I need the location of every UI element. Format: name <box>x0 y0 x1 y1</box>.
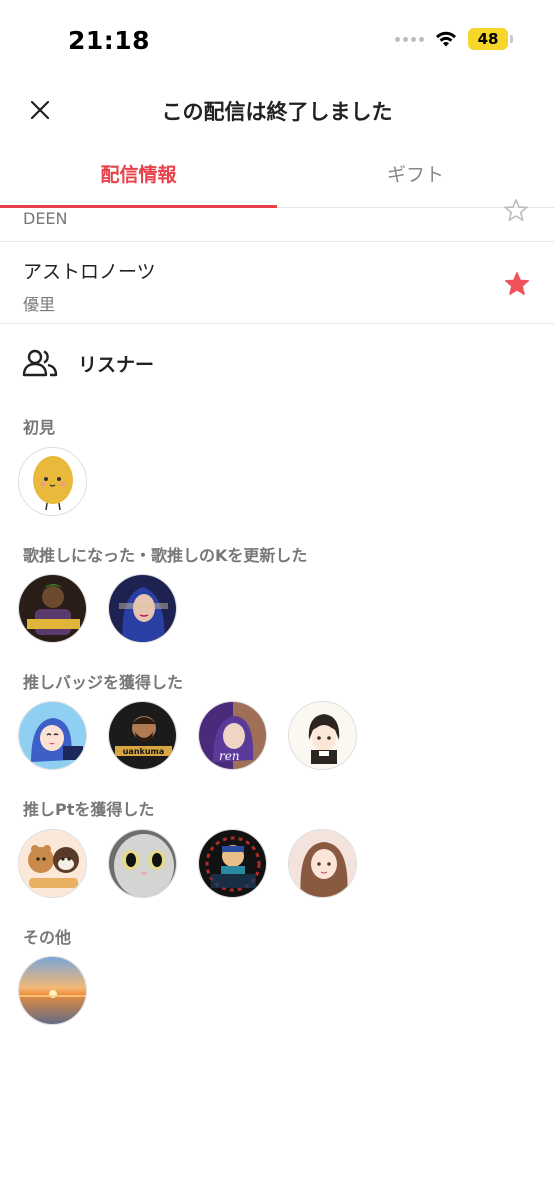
listener-avatar[interactable] <box>18 956 87 1025</box>
users-icon <box>22 349 58 377</box>
listener-group-avatars <box>18 574 177 643</box>
listener-group-label: 初見 <box>23 418 56 437</box>
tab-stream-info[interactable]: 配信情報 <box>0 148 277 208</box>
listener-avatar[interactable] <box>108 574 177 643</box>
song-title: アストロノーツ <box>23 261 156 283</box>
listener-group-avatars: uankuma ren <box>18 701 357 770</box>
listener-group-label: 推しバッジを獲得した <box>23 673 184 692</box>
song-artist: DEEN <box>23 209 68 228</box>
listener-group-avatars <box>18 447 87 516</box>
listener-avatar[interactable] <box>18 447 87 516</box>
listener-section-header: リスナー <box>22 346 154 380</box>
listener-avatar[interactable] <box>288 701 357 770</box>
listener-avatar[interactable] <box>18 701 87 770</box>
listener-group-label: 歌推しになった・歌推しのKを更新した <box>23 546 308 565</box>
listener-group-label: その他 <box>23 928 72 947</box>
song-artist: 優里 <box>23 295 56 314</box>
listener-group-label: 推しPtを獲得した <box>23 800 155 819</box>
star-filled-icon[interactable] <box>504 271 530 296</box>
listener-avatar[interactable] <box>198 829 267 898</box>
listener-avatar[interactable] <box>288 829 357 898</box>
svg-text:uankuma: uankuma <box>123 747 165 756</box>
listener-avatar[interactable]: ren <box>198 701 267 770</box>
status-indicators: 48 <box>395 28 513 50</box>
header: この配信は終了しました <box>0 82 554 142</box>
status-time: 21:18 <box>68 26 151 55</box>
song-row: DEEN <box>0 199 554 242</box>
song-row: アストロノーツ 優里 <box>0 243 554 324</box>
listener-group-avatars <box>18 829 357 898</box>
tab-bar: 配信情報 ギフト <box>0 148 554 208</box>
battery-icon: 48 <box>468 28 513 50</box>
wifi-icon <box>436 31 456 47</box>
listener-avatar[interactable] <box>18 574 87 643</box>
star-outline-icon[interactable] <box>504 199 528 221</box>
listener-group-avatars <box>18 956 87 1025</box>
page-title: この配信は終了しました <box>161 100 393 124</box>
listener-avatar[interactable] <box>18 829 87 898</box>
status-bar: 21:18 48 <box>0 0 554 80</box>
listener-avatar[interactable]: uankuma <box>108 701 177 770</box>
listener-section-title: リスナー <box>78 353 155 376</box>
listener-avatar[interactable] <box>108 829 177 898</box>
cellular-signal-icon <box>395 36 424 42</box>
svg-text:ren: ren <box>219 749 240 763</box>
